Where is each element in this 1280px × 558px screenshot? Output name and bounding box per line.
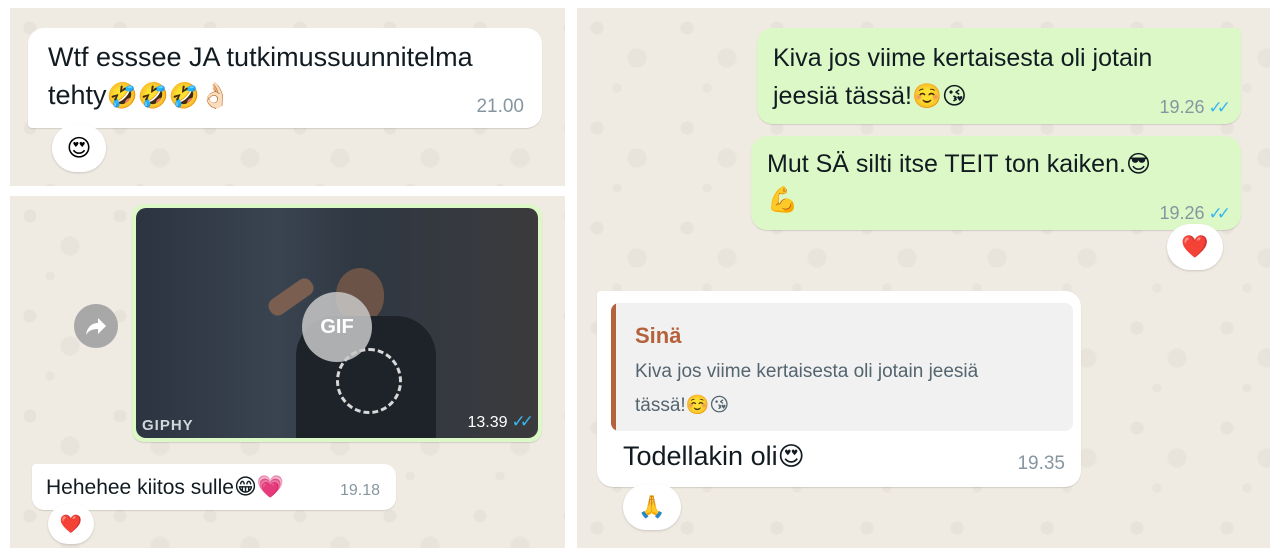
red-heart-emoji-icon: ❤️: [1181, 234, 1209, 259]
message-line-2: jeesiä tässä!☺️😘: [773, 82, 967, 111]
message-line-2: 💪: [767, 186, 798, 215]
outgoing-message[interactable]: Mut SÄ silti itse TEIT ton kaiken.😎 💪 19…: [751, 136, 1241, 230]
folded-hands-emoji-icon: 🙏: [638, 494, 666, 519]
message-line-2-text: tehty: [48, 80, 107, 110]
reaction-pray[interactable]: 🙏: [623, 484, 681, 530]
message-time-text: 19.26: [1159, 97, 1205, 117]
message-line-2: tehty🤣🤣🤣👌🏻: [48, 80, 231, 111]
message-line-2-text: jeesiä tässä!: [773, 82, 912, 110]
reaction-heart[interactable]: ❤️: [48, 504, 94, 544]
grin-heart-emojis: 😁💗: [233, 474, 285, 499]
forward-arrow-icon: [86, 318, 106, 335]
quote-bar: [611, 303, 616, 431]
incoming-message[interactable]: Hehehee kiitos sulle😁💗 19.18: [32, 464, 396, 510]
message-line-1: Mut SÄ silti itse TEIT ton kaiken.😎: [767, 150, 1151, 179]
smile-kiss-emojis: ☺️😘: [911, 83, 967, 110]
incoming-reply-message[interactable]: Sinä Kiva jos viime kertaisesta oli jota…: [597, 291, 1081, 487]
read-ticks-icon: ✓✓: [1208, 98, 1231, 117]
message-line-1-text: Mut SÄ silti itse TEIT ton kaiken.: [767, 150, 1126, 178]
chat-panel-right: Kiva jos viime kertaisesta oli jotain je…: [577, 8, 1270, 548]
message-time: 19.35: [1017, 453, 1065, 474]
read-ticks-icon: ✓✓: [511, 412, 534, 431]
gif-message[interactable]: GIF GIPHY 13.39 ✓✓: [132, 204, 542, 442]
heart-eyes-emoji: 😍: [777, 441, 805, 471]
message-time: 19.18: [339, 482, 380, 499]
gif-time-text: 13.39: [467, 414, 508, 431]
laughing-emojis: 🤣🤣🤣👌🏻: [106, 82, 232, 111]
reply-text-words: Todellakin oli: [623, 441, 778, 471]
quote-line-2-text: tässä!: [635, 395, 686, 416]
red-heart-emoji-icon: ❤️: [59, 513, 83, 534]
message-line-1: Wtf esssee JA tutkimussuunnitelma: [48, 42, 473, 72]
quote-line-1: Kiva jos viime kertaisesta oli jotain je…: [635, 361, 979, 382]
quote-emojis: ☺️😘: [685, 395, 730, 416]
forward-button[interactable]: [74, 304, 118, 348]
heart-eyes-emoji-icon: 😍: [66, 134, 92, 162]
chat-panel-bottom-left: GIF GIPHY 13.39 ✓✓ Hehehee kiitos sulle😁💗…: [10, 196, 565, 548]
message-time: 19.26 ✓✓: [1159, 97, 1231, 118]
reaction-heart[interactable]: ❤️: [1167, 224, 1223, 270]
incoming-message[interactable]: Wtf esssee JA tutkimussuunnitelma tehty🤣…: [28, 28, 542, 128]
sunglasses-emoji: 😎: [1125, 151, 1151, 178]
chat-panel-top-left: Wtf esssee JA tutkimussuunnitelma tehty🤣…: [10, 8, 565, 186]
outgoing-message[interactable]: Kiva jos viime kertaisesta oli jotain je…: [757, 28, 1241, 124]
read-ticks-icon: ✓✓: [1208, 204, 1231, 223]
message-time: 21.00: [476, 96, 524, 117]
gif-play-badge[interactable]: GIF: [302, 292, 372, 362]
flexed-biceps-emoji: 💪: [767, 186, 799, 214]
quote-line-2: tässä!☺️😘: [635, 393, 729, 417]
message-text: Hehehee kiitos sulle😁💗: [46, 474, 284, 500]
message-time: 19.26 ✓✓: [1159, 203, 1231, 224]
message-line-1: Kiva jos viime kertaisesta oli jotain: [773, 44, 1153, 72]
gif-preview[interactable]: GIF GIPHY 13.39 ✓✓: [136, 208, 538, 438]
giphy-label: GIPHY: [142, 417, 194, 434]
reply-text: Todellakin oli😍: [623, 441, 805, 472]
quote-author: Sinä: [635, 323, 682, 348]
quoted-message[interactable]: Sinä Kiva jos viime kertaisesta oli jota…: [611, 303, 1073, 431]
message-text-words: Hehehee kiitos sulle: [46, 476, 234, 499]
reaction-heart-eyes[interactable]: 😍: [52, 124, 106, 172]
gif-time: 13.39 ✓✓: [467, 412, 534, 432]
message-time-text: 19.26: [1159, 203, 1205, 223]
gif-badge-label: GIF: [320, 315, 354, 338]
